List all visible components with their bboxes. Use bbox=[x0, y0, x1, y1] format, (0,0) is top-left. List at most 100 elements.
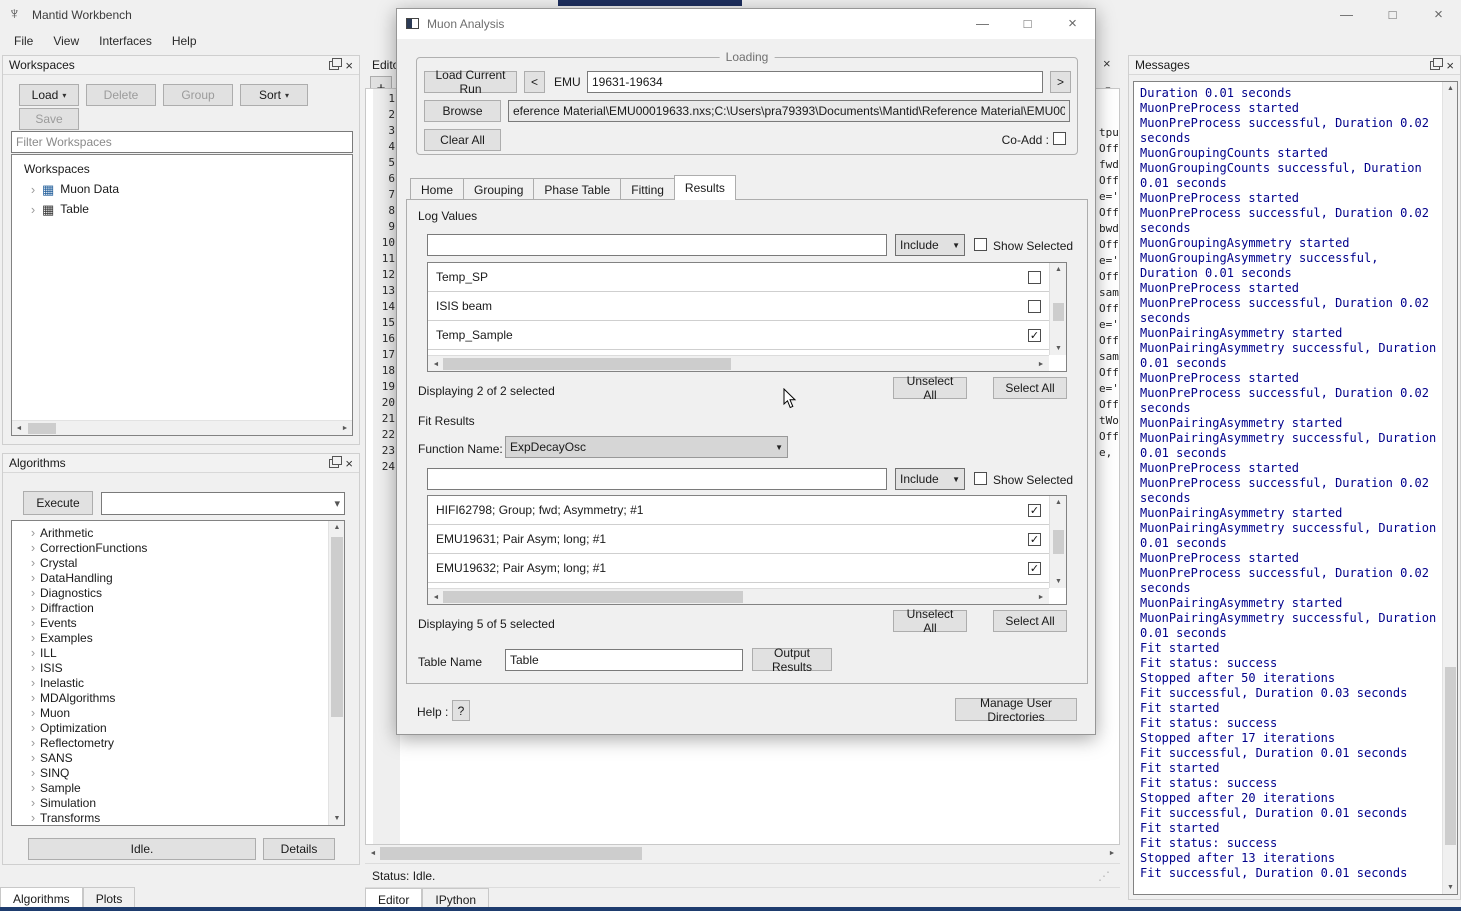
fit-item-row[interactable]: HIFI62798; Group; fwd; Asymmetry; #1 bbox=[428, 496, 1049, 525]
tree-chevron-icon[interactable]: › bbox=[26, 721, 40, 734]
scroll-down-icon[interactable]: ▼ bbox=[1050, 345, 1067, 352]
log-item-checkbox[interactable] bbox=[1028, 300, 1041, 313]
load-button[interactable]: Load▾ bbox=[19, 84, 79, 106]
scroll-up-icon[interactable]: ▲ bbox=[1050, 499, 1067, 506]
scroll-right-icon[interactable]: ► bbox=[1036, 594, 1046, 601]
algorithm-category-ill[interactable]: ›ILL bbox=[12, 645, 344, 660]
browse-button[interactable]: Browse bbox=[424, 100, 501, 122]
log-item-checkbox[interactable] bbox=[1028, 271, 1041, 284]
tree-chevron-icon[interactable]: › bbox=[26, 781, 40, 794]
algorithm-category-correctionfunctions[interactable]: ›CorrectionFunctions bbox=[12, 540, 344, 555]
log-list-hscrollbar[interactable]: ◄ ► bbox=[428, 355, 1049, 371]
scroll-down-icon[interactable]: ▼ bbox=[1050, 578, 1067, 585]
tab-phase-table[interactable]: Phase Table bbox=[533, 178, 621, 200]
tree-chevron-icon[interactable]: › bbox=[26, 586, 40, 599]
algorithm-search-combobox[interactable]: ▾ bbox=[101, 492, 345, 515]
loaded-files-field[interactable] bbox=[508, 100, 1070, 122]
workspaces-hscroll-thumb[interactable] bbox=[28, 423, 56, 434]
algorithm-category-transforms[interactable]: ›Transforms bbox=[12, 810, 344, 825]
manage-user-directories-button[interactable]: Manage User Directories bbox=[955, 698, 1077, 721]
fit-unselect-all-button[interactable]: Unselect All bbox=[893, 610, 967, 632]
scroll-up-icon[interactable]: ▲ bbox=[329, 524, 345, 531]
algorithms-vscrollbar[interactable]: ▲ ▼ bbox=[328, 521, 344, 825]
tree-chevron-icon[interactable]: › bbox=[26, 183, 40, 196]
window-minimize-button[interactable]: — bbox=[1324, 0, 1369, 30]
window-maximize-button[interactable]: □ bbox=[1370, 0, 1415, 30]
algorithm-category-mdalgorithms[interactable]: ›MDAlgorithms bbox=[12, 690, 344, 705]
log-list-vscroll-thumb[interactable] bbox=[1053, 303, 1064, 321]
workspaces-save-button[interactable]: Save bbox=[19, 108, 79, 130]
fit-list-hscrollbar[interactable]: ◄ ► bbox=[428, 588, 1049, 604]
load-current-run-button[interactable]: Load Current Run bbox=[424, 71, 517, 93]
filter-workspaces-input[interactable] bbox=[11, 131, 353, 153]
fit-results-filter-input[interactable] bbox=[427, 468, 887, 490]
fit-item-row[interactable]: EMU19632; Pair Asym; long; #1 bbox=[428, 554, 1049, 583]
run-number-input[interactable] bbox=[587, 71, 1043, 93]
workspaces-float-icon[interactable] bbox=[329, 61, 339, 70]
scroll-left-icon[interactable]: ◄ bbox=[431, 594, 441, 601]
tree-chevron-icon[interactable]: › bbox=[26, 601, 40, 614]
algorithm-category-reflectometry[interactable]: ›Reflectometry bbox=[12, 735, 344, 750]
scroll-down-icon[interactable]: ▼ bbox=[1443, 884, 1458, 891]
chevron-down-icon[interactable]: ▾ bbox=[334, 497, 340, 510]
dialog-close-button[interactable]: × bbox=[1050, 9, 1095, 39]
next-run-button[interactable]: > bbox=[1050, 71, 1071, 93]
messages-vscrollbar[interactable]: ▲ ▼ bbox=[1442, 82, 1457, 894]
algorithm-category-sans[interactable]: ›SANS bbox=[12, 750, 344, 765]
tree-item-muon-data[interactable]: ›▦Muon Data bbox=[12, 179, 352, 199]
log-item-checkbox[interactable] bbox=[1028, 329, 1041, 342]
log-item-row[interactable]: Temp_Sample bbox=[428, 321, 1049, 350]
workspaces-close-icon[interactable]: × bbox=[345, 59, 353, 72]
scroll-up-icon[interactable]: ▲ bbox=[1050, 266, 1067, 273]
tree-chevron-icon[interactable]: › bbox=[26, 661, 40, 674]
menu-item-help[interactable]: Help bbox=[162, 30, 207, 52]
algorithm-category-isis[interactable]: ›ISIS bbox=[12, 660, 344, 675]
algorithm-category-arithmetic[interactable]: ›Arithmetic bbox=[12, 525, 344, 540]
tree-chevron-icon[interactable]: › bbox=[26, 203, 40, 216]
tree-chevron-icon[interactable]: › bbox=[26, 616, 40, 629]
fit-show-selected-checkbox[interactable] bbox=[974, 472, 987, 485]
scroll-left-icon[interactable]: ◄ bbox=[14, 425, 24, 432]
tab-home[interactable]: Home bbox=[410, 178, 464, 200]
tree-chevron-icon[interactable]: › bbox=[26, 556, 40, 569]
tree-chevron-icon[interactable]: › bbox=[26, 811, 40, 824]
log-select-all-button[interactable]: Select All bbox=[993, 377, 1067, 399]
tree-chevron-icon[interactable]: › bbox=[26, 646, 40, 659]
workspaces-hscrollbar[interactable]: ◄ ► bbox=[12, 420, 352, 435]
fit-list-vscroll-thumb[interactable] bbox=[1053, 530, 1064, 554]
tree-chevron-icon[interactable]: › bbox=[26, 766, 40, 779]
tab-fitting[interactable]: Fitting bbox=[620, 178, 675, 200]
fit-list-hscroll-thumb[interactable] bbox=[443, 591, 743, 603]
menu-item-view[interactable]: View bbox=[43, 30, 89, 52]
algorithms-close-icon[interactable]: × bbox=[345, 457, 353, 470]
clear-all-button[interactable]: Clear All bbox=[424, 129, 501, 151]
scroll-right-icon[interactable]: ► bbox=[340, 425, 350, 432]
log-show-selected-checkbox[interactable] bbox=[974, 238, 987, 251]
scroll-up-icon[interactable]: ▲ bbox=[1443, 85, 1458, 92]
resize-grip-icon[interactable]: ⋰ bbox=[1098, 869, 1110, 883]
scroll-right-icon[interactable]: ► bbox=[1036, 361, 1046, 368]
sort-button[interactable]: Sort▾ bbox=[240, 84, 308, 106]
fit-item-row[interactable]: EMU19631; Pair Asym; long; #1 bbox=[428, 525, 1049, 554]
algorithm-category-sinq[interactable]: ›SINQ bbox=[12, 765, 344, 780]
log-unselect-all-button[interactable]: Unselect All bbox=[893, 377, 967, 399]
log-values-filter-input[interactable] bbox=[427, 234, 887, 256]
tree-chevron-icon[interactable]: › bbox=[26, 796, 40, 809]
algorithm-category-simulation[interactable]: ›Simulation bbox=[12, 795, 344, 810]
messages-vscroll-thumb[interactable] bbox=[1445, 667, 1456, 846]
algorithm-category-muon[interactable]: ›Muon bbox=[12, 705, 344, 720]
fit-item-checkbox[interactable] bbox=[1028, 504, 1041, 517]
tab-grouping[interactable]: Grouping bbox=[463, 178, 534, 200]
editor-hscroll-thumb[interactable] bbox=[380, 847, 642, 860]
execute-button[interactable]: Execute bbox=[23, 491, 93, 515]
fit-list-vscrollbar[interactable]: ▲ ▼ bbox=[1049, 496, 1066, 588]
algorithm-category-diagnostics[interactable]: ›Diagnostics bbox=[12, 585, 344, 600]
dialog-minimize-button[interactable]: — bbox=[960, 9, 1005, 39]
log-list-vscrollbar[interactable]: ▲ ▼ bbox=[1049, 263, 1066, 355]
co-add-checkbox[interactable] bbox=[1053, 132, 1066, 145]
messages-close-icon[interactable]: × bbox=[1446, 59, 1454, 72]
tree-chevron-icon[interactable]: › bbox=[26, 541, 40, 554]
algorithm-category-datahandling[interactable]: ›DataHandling bbox=[12, 570, 344, 585]
delete-button[interactable]: Delete bbox=[86, 84, 156, 106]
algorithms-float-icon[interactable] bbox=[329, 459, 339, 468]
